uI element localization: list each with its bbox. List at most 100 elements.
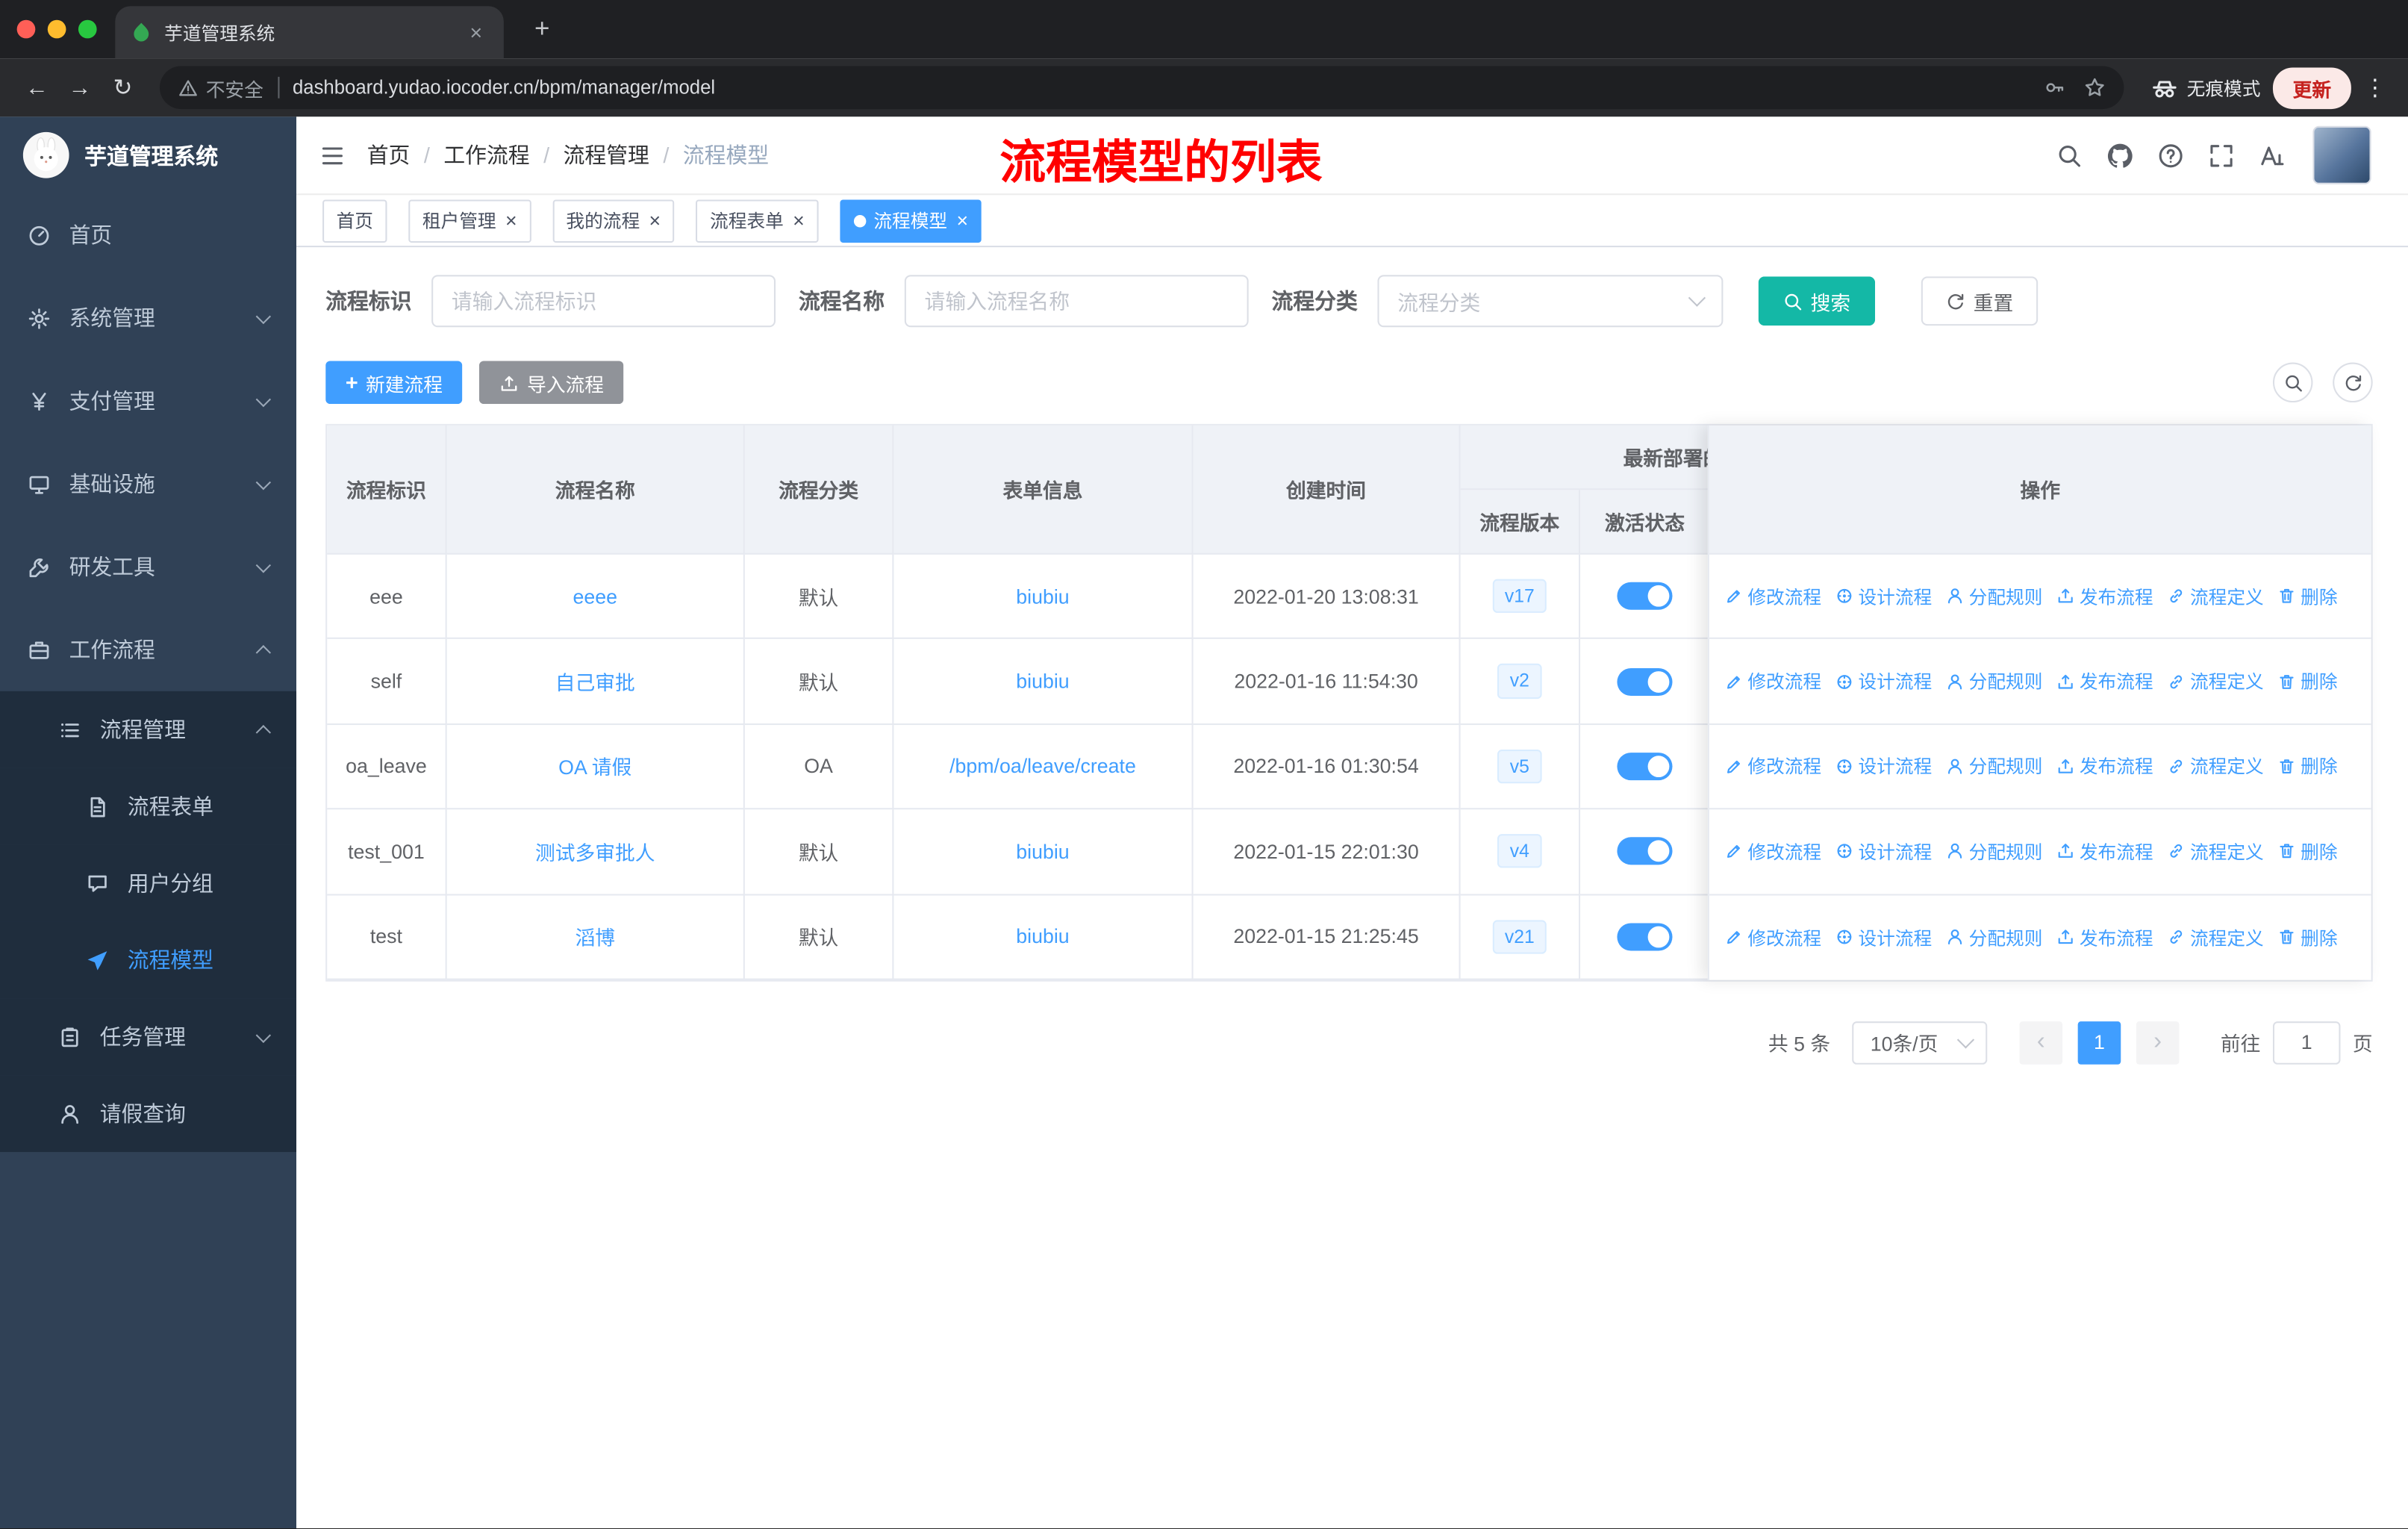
next-page-button[interactable] xyxy=(2136,1021,2180,1065)
modify-process-link[interactable]: 修改流程 xyxy=(1724,583,1821,609)
header-font-size-button[interactable] xyxy=(2247,142,2298,168)
reload-icon[interactable]: ↻ xyxy=(102,74,145,102)
page-size-select[interactable]: 10条/页 xyxy=(1851,1021,1988,1065)
process-definition-link[interactable]: 流程定义 xyxy=(2167,924,2264,950)
form-info-link[interactable]: biubiu xyxy=(1016,670,1069,693)
process-definition-link[interactable]: 流程定义 xyxy=(2167,668,2264,694)
header-search-button[interactable] xyxy=(2044,142,2094,168)
browser-menu-icon[interactable] xyxy=(2363,74,2386,102)
sidebar-item-user-group[interactable]: 用户分组 xyxy=(0,844,297,922)
new-tab-button[interactable] xyxy=(523,14,562,45)
tag-process-form[interactable]: 流程表单 xyxy=(696,199,819,243)
design-process-link[interactable]: 设计流程 xyxy=(1835,668,1932,694)
breadcrumb-item[interactable]: 首页 xyxy=(367,140,411,170)
sidebar-item-home[interactable]: 首页 xyxy=(0,193,296,276)
sidebar-item-process-model[interactable]: 流程模型 xyxy=(0,921,297,999)
create-process-button[interactable]: 新建流程 xyxy=(325,361,463,405)
header-help-button[interactable] xyxy=(2145,142,2196,168)
sidebar-item-task-mgmt[interactable]: 任务管理 xyxy=(0,998,297,1076)
process-name-link[interactable]: 滔博 xyxy=(575,927,615,950)
process-id-input[interactable] xyxy=(431,275,776,328)
modify-process-link[interactable]: 修改流程 xyxy=(1724,924,1821,950)
publish-process-link[interactable]: 发布流程 xyxy=(2056,668,2153,694)
bookmark-star-icon[interactable] xyxy=(2084,77,2106,99)
sidebar-item-system[interactable]: 系统管理 xyxy=(0,276,296,359)
process-name-input[interactable] xyxy=(904,275,1249,328)
status-toggle[interactable] xyxy=(1617,838,1673,866)
menu-fold-icon[interactable] xyxy=(319,142,346,168)
breadcrumb-item[interactable]: 工作流程 xyxy=(443,140,529,170)
reset-button[interactable]: 重置 xyxy=(1921,276,2039,326)
close-icon[interactable] xyxy=(793,211,805,231)
goto-page-input[interactable] xyxy=(2272,1021,2341,1065)
close-icon[interactable] xyxy=(505,211,517,231)
close-icon[interactable] xyxy=(464,20,488,45)
publish-process-link[interactable]: 发布流程 xyxy=(2056,753,2153,779)
sidebar-item-workflow[interactable]: 工作流程 xyxy=(0,608,296,691)
modify-process-link[interactable]: 修改流程 xyxy=(1724,668,1821,694)
close-icon[interactable] xyxy=(956,211,968,231)
process-definition-link[interactable]: 流程定义 xyxy=(2167,838,2264,865)
form-info-link[interactable]: biubiu xyxy=(1016,585,1069,608)
delete-link[interactable]: 删除 xyxy=(2277,924,2338,950)
header-github-button[interactable] xyxy=(2094,142,2145,168)
design-process-link[interactable]: 设计流程 xyxy=(1835,753,1932,779)
publish-process-link[interactable]: 发布流程 xyxy=(2056,924,2153,950)
process-definition-link[interactable]: 流程定义 xyxy=(2167,753,2264,779)
import-process-button[interactable]: 导入流程 xyxy=(479,361,624,405)
sidebar-item-process-form[interactable]: 流程表单 xyxy=(0,767,297,845)
delete-link[interactable]: 删除 xyxy=(2277,753,2338,779)
assign-rule-link[interactable]: 分配规则 xyxy=(1946,583,2042,609)
process-name-link[interactable]: 测试多审批人 xyxy=(535,841,655,865)
search-button[interactable]: 搜索 xyxy=(1758,276,1876,326)
page-number-1[interactable]: 1 xyxy=(2077,1021,2121,1065)
process-name-link[interactable]: 自己审批 xyxy=(555,671,635,694)
back-icon[interactable]: ← xyxy=(16,75,59,101)
tag-my-process[interactable]: 我的流程 xyxy=(552,199,675,243)
status-toggle[interactable] xyxy=(1617,667,1673,696)
status-toggle[interactable] xyxy=(1617,753,1673,781)
header-fullscreen-button[interactable] xyxy=(2196,142,2247,168)
modify-process-link[interactable]: 修改流程 xyxy=(1724,753,1821,779)
delete-link[interactable]: 删除 xyxy=(2277,838,2338,865)
form-info-link[interactable]: biubiu xyxy=(1016,840,1069,863)
publish-process-link[interactable]: 发布流程 xyxy=(2056,838,2153,865)
design-process-link[interactable]: 设计流程 xyxy=(1835,583,1932,609)
process-definition-link[interactable]: 流程定义 xyxy=(2167,583,2264,609)
key-icon[interactable] xyxy=(2044,77,2065,99)
browser-tab[interactable]: 芋道管理系统 xyxy=(115,6,504,59)
traffic-light-zoom[interactable] xyxy=(78,19,97,39)
publish-process-link[interactable]: 发布流程 xyxy=(2056,583,2153,609)
tag-tenant-mgmt[interactable]: 租户管理 xyxy=(408,199,531,243)
refresh-table-button[interactable] xyxy=(2333,362,2373,403)
sidebar-item-process-mgmt[interactable]: 流程管理 xyxy=(0,691,297,768)
form-info-link[interactable]: /bpm/oa/leave/create xyxy=(949,755,1136,778)
prev-page-button[interactable] xyxy=(2019,1021,2063,1065)
sidebar-item-devtools[interactable]: 研发工具 xyxy=(0,526,296,608)
modify-process-link[interactable]: 修改流程 xyxy=(1724,838,1821,865)
traffic-light-minimize[interactable] xyxy=(47,19,66,39)
process-name-link[interactable]: OA 请假 xyxy=(558,756,631,779)
sidebar-item-payment[interactable]: 支付管理 xyxy=(0,359,296,442)
show-search-button[interactable] xyxy=(2272,362,2313,403)
forward-icon[interactable]: → xyxy=(58,75,102,101)
design-process-link[interactable]: 设计流程 xyxy=(1835,838,1932,865)
status-toggle[interactable] xyxy=(1617,922,1673,951)
design-process-link[interactable]: 设计流程 xyxy=(1835,924,1932,950)
traffic-light-close[interactable] xyxy=(16,19,36,39)
sidebar-item-leave-query[interactable]: 请假查询 xyxy=(0,1075,297,1153)
assign-rule-link[interactable]: 分配规则 xyxy=(1946,838,2042,865)
avatar[interactable] xyxy=(2312,125,2371,184)
sidebar-item-infra[interactable]: 基础设施 xyxy=(0,443,296,526)
close-icon[interactable] xyxy=(649,211,661,231)
tag-process-model[interactable]: 流程模型 xyxy=(840,199,982,243)
tag-home[interactable]: 首页 xyxy=(322,199,387,243)
address-bar[interactable]: 不安全 dashboard.yudao.iocoder.cn/bpm/manag… xyxy=(159,66,2124,110)
form-info-link[interactable]: biubiu xyxy=(1016,925,1069,948)
breadcrumb-item[interactable]: 流程管理 xyxy=(564,140,649,170)
delete-link[interactable]: 删除 xyxy=(2277,583,2338,609)
assign-rule-link[interactable]: 分配规则 xyxy=(1946,753,2042,779)
status-toggle[interactable] xyxy=(1617,582,1673,611)
delete-link[interactable]: 删除 xyxy=(2277,668,2338,694)
process-name-link[interactable]: eeee xyxy=(573,585,617,608)
